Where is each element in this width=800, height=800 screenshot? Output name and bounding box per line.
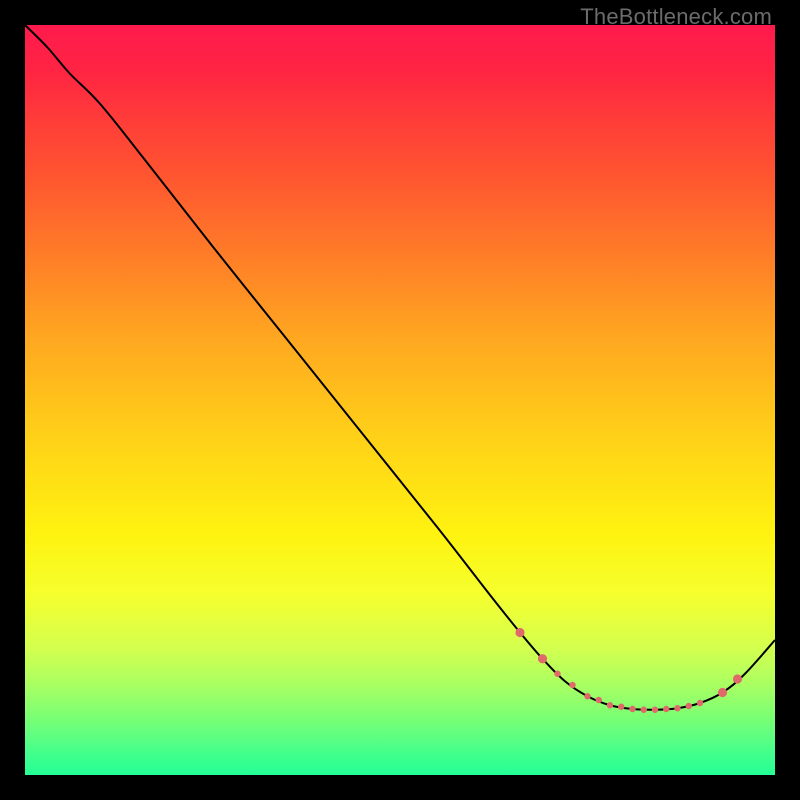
marker-dot [629, 706, 635, 712]
plot-area [25, 25, 775, 775]
bottleneck-curve [25, 25, 775, 710]
marker-dot [733, 674, 742, 683]
marker-dot [569, 682, 575, 688]
marker-dot [686, 703, 692, 709]
marker-dot [618, 704, 624, 710]
marker-dot [607, 702, 613, 708]
marker-dot [554, 671, 560, 677]
marker-dot [641, 707, 647, 713]
marker-dot [663, 706, 669, 712]
watermark-text: TheBottleneck.com [580, 4, 772, 30]
marker-dot [584, 693, 590, 699]
marker-dot [674, 705, 680, 711]
marker-dot [652, 707, 658, 713]
marker-dot [718, 688, 727, 697]
marker-dot [515, 628, 524, 637]
curve-layer [25, 25, 775, 775]
chart-frame: TheBottleneck.com [0, 0, 800, 800]
marker-dot [538, 654, 547, 663]
marker-dot [596, 697, 602, 703]
marker-dot [697, 700, 703, 706]
